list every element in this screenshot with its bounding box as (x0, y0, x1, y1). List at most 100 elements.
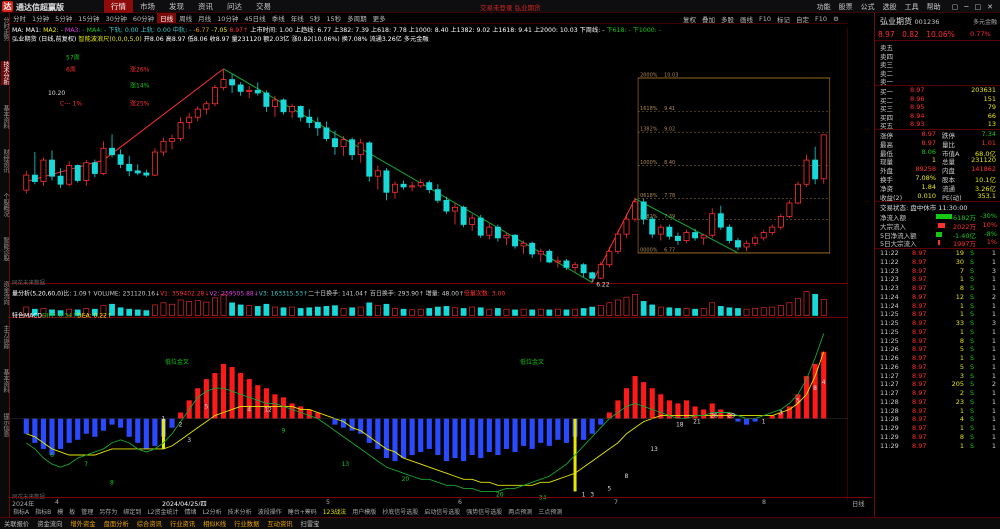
candle[interactable] (752, 235, 759, 246)
chart-tool-6[interactable]: 自定 (793, 14, 812, 24)
candle[interactable] (760, 229, 767, 241)
candle[interactable] (237, 82, 244, 96)
left-strip-tab-2[interactable]: 基本资料 (1, 105, 9, 129)
candle[interactable] (674, 232, 681, 245)
indicator-tab-14[interactable]: 用户模版 (349, 507, 379, 516)
bottom-link-9[interactable]: 扫雷宝 (297, 519, 324, 528)
indicator-tab-5[interactable]: 另存为 (96, 507, 120, 516)
indicator-tab-19[interactable]: 三点预测 (535, 507, 565, 516)
period-4[interactable]: 30分钟 (103, 13, 130, 23)
indicator-tab-11[interactable]: 波段操作 (255, 507, 285, 516)
candle[interactable] (537, 248, 544, 263)
indicator-tab-9[interactable]: L2分析 (200, 507, 225, 516)
indicator-tab-13[interactable]: 123战法 (320, 507, 349, 516)
gear-icon[interactable]: ⚙ (830, 15, 842, 23)
candle[interactable] (417, 178, 424, 188)
candle[interactable] (795, 181, 801, 205)
bottom-link-7[interactable]: 行业数据 (230, 519, 263, 528)
candle[interactable] (434, 184, 441, 204)
candle[interactable] (717, 205, 724, 230)
candle[interactable] (460, 205, 467, 228)
period-13[interactable]: 5秒 (307, 13, 324, 23)
candle[interactable] (83, 160, 90, 186)
candle[interactable] (494, 224, 501, 242)
window-menu-b-3[interactable]: 帮助 (923, 2, 945, 12)
left-strip-tab-6[interactable]: 资金流向 (1, 281, 9, 305)
indicator-tab-17[interactable]: 强势信号选股 (463, 507, 505, 516)
candle[interactable] (143, 169, 150, 178)
candle[interactable] (66, 161, 73, 187)
chart-tool-2[interactable]: 多股 (718, 14, 737, 24)
nav-tab-0[interactable]: 行情 (104, 0, 133, 13)
nav-tab-3[interactable]: 资讯 (191, 0, 220, 13)
candle[interactable] (486, 223, 493, 240)
chart-tool-7[interactable]: F10 (812, 15, 830, 23)
candle[interactable] (554, 256, 561, 268)
candle[interactable] (220, 68, 227, 91)
window-menu-b-1[interactable]: 选股 (879, 2, 901, 12)
indicator-tab-4[interactable]: 管理 (78, 507, 96, 516)
candle[interactable] (426, 180, 433, 194)
candle[interactable] (194, 106, 201, 122)
candle[interactable] (529, 241, 536, 258)
candle[interactable] (254, 82, 261, 96)
candle[interactable] (134, 164, 141, 176)
candle[interactable] (271, 95, 278, 118)
trade-login-status[interactable]: 交易未登录 弘业期货 (480, 2, 541, 12)
chart-tool-0[interactable]: 复权 (680, 14, 699, 24)
chart-tool-1[interactable]: 叠加 (699, 14, 718, 24)
indicator-tab-15[interactable]: 抄底信号选股 (379, 507, 421, 516)
period-5[interactable]: 60分钟 (130, 13, 157, 23)
left-strip-tab-4[interactable]: 个股概况 (1, 193, 9, 217)
candle[interactable] (357, 138, 364, 163)
period-11[interactable]: 季线 (269, 13, 288, 23)
bottom-link-5[interactable]: 行业资讯 (166, 519, 199, 528)
candle[interactable] (186, 112, 193, 129)
candle[interactable] (614, 229, 621, 254)
candle[interactable] (211, 84, 218, 107)
left-strip-tab-0[interactable]: 分时走势 (1, 17, 9, 41)
chart-tool-4[interactable]: F10 (756, 15, 774, 23)
candle[interactable] (229, 74, 236, 94)
candle[interactable] (649, 216, 656, 238)
candle[interactable] (126, 155, 133, 177)
left-strip-tab-5[interactable]: 智能诊股 (1, 237, 9, 261)
period-8[interactable]: 月线 (195, 13, 214, 23)
candle[interactable] (383, 168, 390, 201)
candle[interactable] (769, 224, 776, 236)
candle[interactable] (160, 137, 167, 156)
bottom-link-4[interactable]: 综合资讯 (133, 519, 166, 528)
period-15[interactable]: 多周期 (344, 13, 370, 23)
chart-tool-5[interactable]: 标记 (774, 14, 793, 24)
candle[interactable] (246, 86, 253, 99)
candle[interactable] (392, 181, 398, 199)
window-menu-b-0[interactable]: 公式 (857, 2, 879, 12)
indicator-tab-0[interactable]: 指标A (10, 507, 32, 516)
candle[interactable] (203, 101, 210, 115)
period-9[interactable]: 10分钟 (214, 13, 241, 23)
candle[interactable] (117, 149, 124, 169)
indicator-tab-10[interactable]: 技术分析 (225, 507, 255, 516)
candle[interactable] (40, 157, 47, 186)
indicator-tab-2[interactable]: 模 (54, 507, 66, 516)
left-strip-tab-3[interactable]: 财经资讯 (1, 149, 9, 173)
period-14[interactable]: 15秒 (323, 13, 344, 23)
bottom-link-1[interactable]: 资金流向 (33, 519, 66, 528)
candle[interactable] (314, 117, 321, 136)
candle[interactable] (657, 224, 664, 241)
left-strip-tab-8[interactable]: 基本资料 (1, 369, 9, 393)
maximize-icon[interactable]: □ (972, 3, 985, 11)
bottom-link-2[interactable]: 增外资金 (66, 519, 99, 528)
candle[interactable] (640, 198, 647, 225)
window-menu-b-2[interactable]: 工具 (901, 2, 923, 12)
candle[interactable] (546, 249, 553, 264)
period-7[interactable]: 周线 (176, 13, 195, 23)
candle[interactable] (743, 240, 750, 252)
minimize-icon[interactable]: ─ (961, 3, 971, 11)
chart-tool-3[interactable]: 画线 (737, 14, 756, 24)
candle[interactable] (109, 134, 116, 158)
candle[interactable] (666, 224, 673, 240)
candle[interactable] (700, 234, 707, 245)
candle[interactable] (366, 141, 373, 182)
candle[interactable] (289, 103, 296, 119)
